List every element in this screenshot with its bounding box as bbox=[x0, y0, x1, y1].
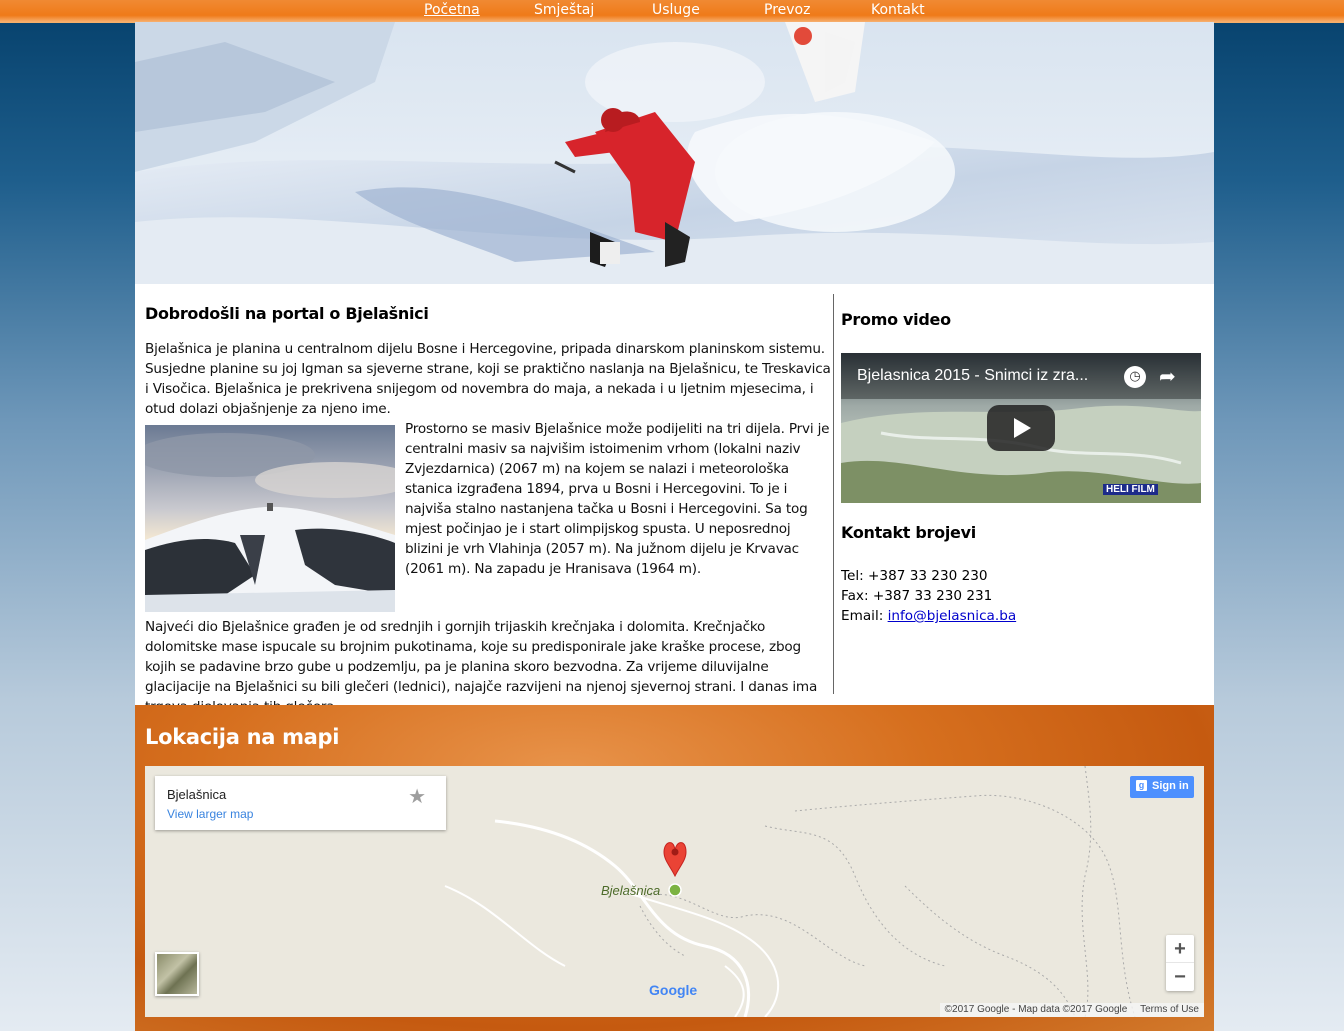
terms-link[interactable]: Terms of Use bbox=[1140, 1004, 1199, 1015]
geography-paragraph: Prostorno se masiv Bjelašnice može podij… bbox=[405, 421, 830, 577]
contact-block: Tel: +387 33 230 230 Fax: +387 33 230 23… bbox=[841, 566, 1201, 626]
nav-item-prevoz[interactable]: Prevoz bbox=[764, 2, 810, 18]
map-heading: Lokacija na mapi bbox=[145, 725, 340, 749]
video-watermark: HELI FILM bbox=[1103, 484, 1158, 495]
geology-paragraph: Najveći dio Bjelašnice građen je od sred… bbox=[145, 619, 818, 715]
page-title: Dobrodošli na portal o Bjelašnici bbox=[145, 304, 429, 323]
skier-illustration bbox=[135, 22, 1214, 284]
contact-heading: Kontakt brojevi bbox=[841, 523, 976, 542]
clock-icon[interactable]: ◷ bbox=[1124, 366, 1146, 388]
zoom-controls: + − bbox=[1166, 935, 1194, 991]
attribution-text: ©2017 Google - Map data ©2017 Google bbox=[944, 1004, 1128, 1015]
nav-item-usluge[interactable]: Usluge bbox=[652, 2, 700, 18]
video-title[interactable]: Bjelasnica 2015 - Snimci iz zra... bbox=[857, 367, 1088, 385]
sign-in-button[interactable]: g Sign in bbox=[1130, 776, 1194, 798]
mountain-photo bbox=[145, 425, 395, 612]
intro-paragraph: Bjelašnica je planina u centralnom dijel… bbox=[145, 341, 831, 417]
place-name: Bjelašnica bbox=[167, 787, 227, 802]
fax-number: Fax: +387 33 230 231 bbox=[841, 588, 993, 604]
main-content: Dobrodošli na portal o Bjelašnici Bjelaš… bbox=[135, 284, 1214, 715]
google-map[interactable]: Bjelašnica Bjelašnica View larger map ★ … bbox=[145, 766, 1204, 1017]
zoom-in-button[interactable]: + bbox=[1166, 935, 1194, 963]
view-larger-map-link[interactable]: View larger map bbox=[167, 807, 253, 821]
map-pin-label[interactable]: Bjelašnica bbox=[601, 883, 660, 898]
nav-item-smjestaj[interactable]: Smještaj bbox=[534, 2, 594, 18]
email-line: Email: info@bjelasnica.ba bbox=[841, 606, 1201, 626]
nav-item-kontakt[interactable]: Kontakt bbox=[871, 2, 925, 18]
sign-in-label: Sign in bbox=[1152, 780, 1189, 792]
main-column: Dobrodošli na portal o Bjelašnici Bjelaš… bbox=[145, 304, 833, 715]
play-button[interactable] bbox=[987, 405, 1055, 451]
hero-image-skier bbox=[135, 22, 1214, 284]
map-section: Lokacija na mapi Bjelašnica Bjelašnica V… bbox=[135, 705, 1214, 1031]
google-plus-icon: g bbox=[1136, 780, 1147, 791]
promo-video-heading: Promo video bbox=[841, 310, 951, 329]
place-card: Bjelašnica View larger map ★ bbox=[155, 776, 446, 830]
email-label: Email: bbox=[841, 608, 888, 624]
zoom-out-button[interactable]: − bbox=[1166, 963, 1194, 991]
column-divider bbox=[833, 294, 834, 694]
page-container: Dobrodošli na portal o Bjelašnici Bjelaš… bbox=[135, 22, 1214, 1031]
star-icon[interactable]: ★ bbox=[408, 784, 426, 808]
top-navigation: Početna Smještaj Usluge Prevoz Kontakt bbox=[0, 0, 1344, 23]
email-link[interactable]: info@bjelasnica.ba bbox=[888, 608, 1017, 624]
phone-number: Tel: +387 33 230 230 bbox=[841, 568, 988, 584]
youtube-video-embed[interactable]: Bjelasnica 2015 - Snimci iz zra... ◷ ➦ H… bbox=[841, 353, 1201, 503]
map-attribution: ©2017 Google - Map data ©2017 Google Ter… bbox=[939, 1003, 1204, 1017]
satellite-toggle[interactable] bbox=[155, 952, 199, 996]
share-icon[interactable]: ➦ bbox=[1159, 364, 1176, 388]
google-logo: Google bbox=[649, 982, 698, 998]
nav-item-pocetna[interactable]: Početna bbox=[424, 2, 480, 18]
play-icon bbox=[1014, 418, 1031, 438]
